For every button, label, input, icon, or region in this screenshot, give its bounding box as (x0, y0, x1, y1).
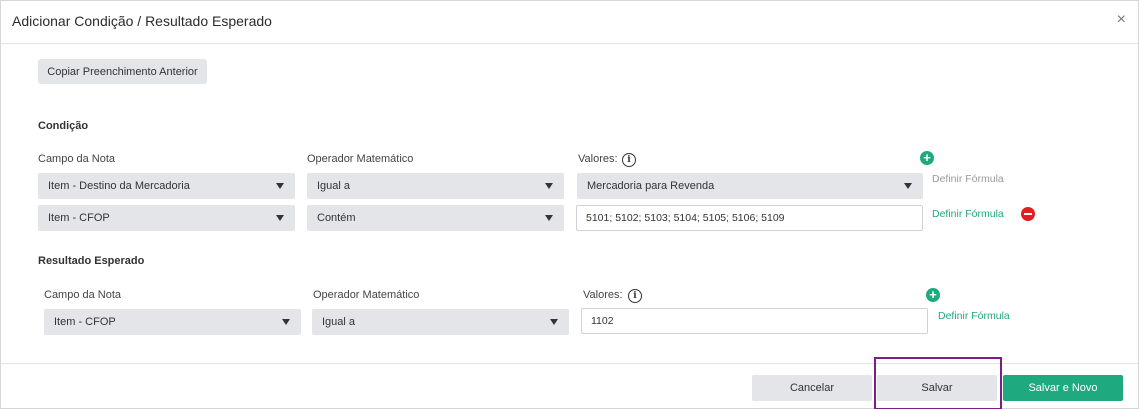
result-operator-label: Operador Matemático (313, 289, 420, 301)
add-result-icon[interactable]: + (926, 288, 940, 302)
result-section-title: Resultado Esperado (38, 255, 145, 267)
add-condition-icon[interactable]: + (920, 151, 934, 165)
caret-down-icon (276, 183, 284, 189)
select-value: Igual a (322, 316, 356, 328)
condition-operator-select[interactable]: Igual a (307, 173, 564, 199)
condition-field-select[interactable]: Item - Destino da Mercadoria (38, 173, 295, 199)
caret-down-icon (545, 215, 553, 221)
caret-down-icon (282, 319, 290, 325)
select-value: Item - CFOP (54, 316, 116, 328)
select-value: Item - Destino da Mercadoria (48, 180, 190, 192)
result-value-input[interactable]: 1102 (581, 308, 928, 334)
dialog-header: Adicionar Condição / Resultado Esperado … (1, 1, 1138, 44)
select-value: Contém (317, 212, 356, 224)
input-value: 5101; 5102; 5103; 5104; 5105; 5106; 5109 (586, 212, 785, 224)
select-value: Item - CFOP (48, 212, 110, 224)
info-icon[interactable]: i (628, 289, 642, 303)
caret-down-icon (550, 319, 558, 325)
copy-previous-button[interactable]: Copiar Preenchimento Anterior (38, 59, 207, 84)
result-field-label: Campo da Nota (44, 289, 122, 301)
result-field-select[interactable]: Item - CFOP (44, 309, 301, 335)
save-and-new-button[interactable]: Salvar e Novo (1003, 375, 1123, 401)
close-icon[interactable]: × (1117, 11, 1126, 29)
condition-field-select[interactable]: Item - CFOP (38, 205, 295, 231)
dialog-title: Adicionar Condição / Resultado Esperado (12, 13, 272, 29)
condition-section-title: Condição (38, 120, 89, 132)
condition-values-label: Valores: (578, 153, 618, 165)
condition-operator-label: Operador Matemático (307, 153, 414, 165)
cancel-button[interactable]: Cancelar (752, 375, 872, 401)
save-button[interactable]: Salvar (877, 375, 997, 401)
select-value: Igual a (317, 180, 351, 192)
caret-down-icon (545, 183, 553, 189)
result-values-label: Valores: (583, 289, 623, 301)
dialog: Adicionar Condição / Resultado Esperado … (0, 0, 1139, 409)
condition-operator-select[interactable]: Contém (307, 205, 564, 231)
info-icon[interactable]: i (622, 153, 636, 167)
result-operator-select[interactable]: Igual a (312, 309, 569, 335)
define-formula-link[interactable]: Definir Fórmula (932, 173, 1004, 185)
footer-divider (1, 363, 1138, 364)
condition-value-select[interactable]: Mercadoria para Revenda (577, 173, 923, 199)
select-value: Mercadoria para Revenda (587, 180, 715, 192)
caret-down-icon (904, 183, 912, 189)
condition-field-label: Campo da Nota (38, 153, 116, 165)
define-formula-link[interactable]: Definir Fórmula (932, 208, 1004, 220)
remove-condition-icon[interactable] (1021, 207, 1035, 221)
input-value: 1102 (591, 315, 614, 327)
caret-down-icon (276, 215, 284, 221)
condition-value-input[interactable]: 5101; 5102; 5103; 5104; 5105; 5106; 5109 (576, 205, 923, 231)
define-formula-link[interactable]: Definir Fórmula (938, 310, 1010, 322)
